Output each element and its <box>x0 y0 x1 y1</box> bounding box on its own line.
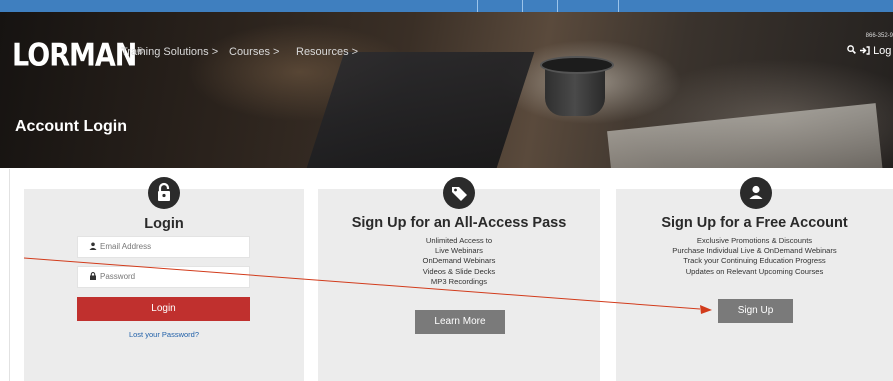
annotation-arrow <box>23 257 712 314</box>
